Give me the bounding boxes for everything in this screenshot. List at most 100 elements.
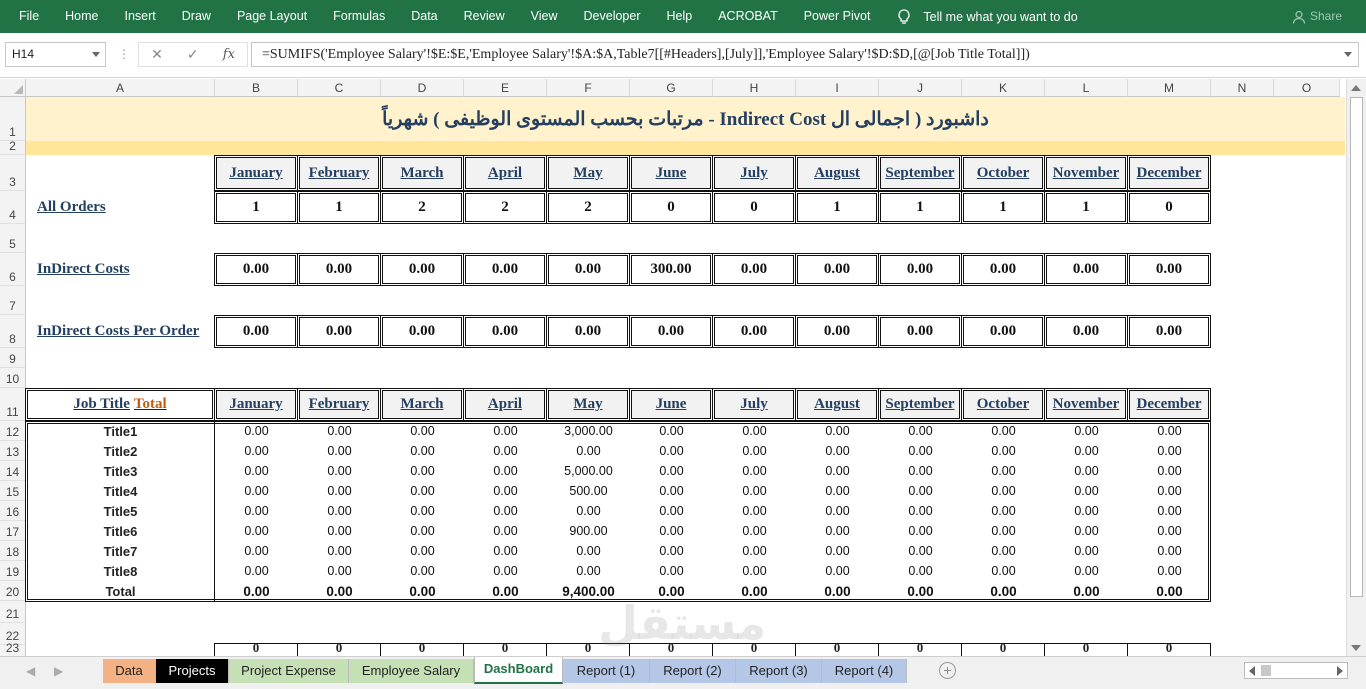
row23-value[interactable]: 0 bbox=[795, 643, 879, 656]
month-header-january[interactable]: January bbox=[214, 155, 298, 191]
ribbon-tab-help[interactable]: Help bbox=[654, 0, 706, 33]
indirect-cost-value[interactable]: 0.00 bbox=[1044, 253, 1128, 286]
job-value-cell[interactable]: 0.00 bbox=[215, 541, 298, 561]
job-value-cell[interactable]: 0.00 bbox=[215, 441, 298, 461]
ribbon-tab-power-pivot[interactable]: Power Pivot bbox=[791, 0, 884, 33]
job-value-cell[interactable]: 0.00 bbox=[962, 521, 1045, 541]
column-header-J[interactable]: J bbox=[879, 79, 962, 97]
job-value-cell[interactable]: 0.00 bbox=[1045, 481, 1128, 501]
row-header-15[interactable]: 15 bbox=[0, 481, 26, 501]
month-header-february[interactable]: February bbox=[297, 155, 381, 191]
job-value-cell[interactable]: 0.00 bbox=[879, 501, 962, 521]
job-value-cell[interactable]: 0.00 bbox=[630, 521, 713, 541]
column-header-H[interactable]: H bbox=[713, 79, 796, 97]
per-order-value[interactable]: 0.00 bbox=[961, 315, 1045, 348]
column-header-A[interactable]: A bbox=[26, 79, 215, 97]
orders-value[interactable]: 2 bbox=[546, 191, 630, 224]
indirect-cost-value[interactable]: 0.00 bbox=[380, 253, 464, 286]
job-value-cell[interactable]: 0.00 bbox=[879, 421, 962, 441]
row-header-9[interactable]: 9 bbox=[0, 348, 26, 368]
job-total-value[interactable]: 0.00 bbox=[796, 581, 879, 601]
banner-row-2[interactable] bbox=[26, 141, 1345, 155]
column-header-M[interactable]: M bbox=[1128, 79, 1211, 97]
indirect-cost-value[interactable]: 300.00 bbox=[629, 253, 713, 286]
column-header-C[interactable]: C bbox=[298, 79, 381, 97]
job-value-cell[interactable]: 0.00 bbox=[298, 521, 381, 541]
sheet-tab-report-1-[interactable]: Report (1) bbox=[563, 659, 650, 683]
job-title-label[interactable]: Title5 bbox=[26, 501, 215, 521]
month-header-december[interactable]: December bbox=[1127, 155, 1211, 191]
job-value-cell[interactable]: 0.00 bbox=[1045, 441, 1128, 461]
job-value-cell[interactable]: 0.00 bbox=[547, 561, 630, 581]
column-header-I[interactable]: I bbox=[796, 79, 879, 97]
job-title-label[interactable]: Title2 bbox=[26, 441, 215, 461]
ribbon-tab-insert[interactable]: Insert bbox=[112, 0, 169, 33]
job-value-cell[interactable]: 0.00 bbox=[547, 541, 630, 561]
indirect-cost-value[interactable]: 0.00 bbox=[546, 253, 630, 286]
horizontal-scrollbar[interactable] bbox=[1244, 662, 1348, 679]
sheet-tab-dashboard[interactable]: DashBoard bbox=[474, 657, 563, 684]
ribbon-tab-file[interactable]: File bbox=[0, 0, 52, 33]
job-value-cell[interactable]: 0.00 bbox=[962, 461, 1045, 481]
sheet-tab-report-2-[interactable]: Report (2) bbox=[650, 659, 736, 683]
job-value-cell[interactable]: 0.00 bbox=[464, 521, 547, 541]
dashboard-title-banner[interactable]: داشبورد ( اجمالى ال Indirect Cost - مرتب… bbox=[26, 97, 1345, 141]
per-order-value[interactable]: 0.00 bbox=[380, 315, 464, 348]
job-value-cell[interactable]: 0.00 bbox=[464, 541, 547, 561]
job-month-header-september[interactable]: September bbox=[878, 388, 962, 421]
row23-value[interactable]: 0 bbox=[297, 643, 381, 656]
per-order-value[interactable]: 0.00 bbox=[1127, 315, 1211, 348]
job-title-label[interactable]: Title6 bbox=[26, 521, 215, 541]
job-value-cell[interactable]: 0.00 bbox=[879, 481, 962, 501]
job-value-cell[interactable]: 0.00 bbox=[713, 461, 796, 481]
job-value-cell[interactable]: 0.00 bbox=[1128, 561, 1211, 581]
orders-value[interactable]: 2 bbox=[380, 191, 464, 224]
job-value-cell[interactable]: 0.00 bbox=[1045, 461, 1128, 481]
indirect-cost-value[interactable]: 0.00 bbox=[1127, 253, 1211, 286]
chevron-down-icon[interactable] bbox=[92, 52, 100, 57]
row-header-1[interactable]: 1 bbox=[0, 97, 26, 141]
job-value-cell[interactable]: 0.00 bbox=[215, 421, 298, 441]
row23-value[interactable]: 0 bbox=[1044, 643, 1128, 656]
job-value-cell[interactable]: 0.00 bbox=[630, 421, 713, 441]
column-header-D[interactable]: D bbox=[381, 79, 464, 97]
job-total-label[interactable]: Total bbox=[26, 581, 215, 601]
row23-value[interactable]: 0 bbox=[629, 643, 713, 656]
column-header-F[interactable]: F bbox=[547, 79, 630, 97]
ribbon-tab-home[interactable]: Home bbox=[52, 0, 111, 33]
per-order-value[interactable]: 0.00 bbox=[878, 315, 962, 348]
indirect-cost-value[interactable]: 0.00 bbox=[878, 253, 962, 286]
job-value-cell[interactable]: 0.00 bbox=[1045, 521, 1128, 541]
job-value-cell[interactable]: 0.00 bbox=[381, 461, 464, 481]
row23-value[interactable]: 0 bbox=[380, 643, 464, 656]
job-month-header-april[interactable]: April bbox=[463, 388, 547, 421]
indirect-per-order-label[interactable]: InDirect Costs Per Order bbox=[26, 315, 215, 348]
job-value-cell[interactable]: 0.00 bbox=[1045, 421, 1128, 441]
job-value-cell[interactable]: 0.00 bbox=[298, 561, 381, 581]
job-total-value[interactable]: 0.00 bbox=[962, 581, 1045, 601]
indirect-cost-value[interactable]: 0.00 bbox=[297, 253, 381, 286]
job-title-label[interactable]: Title3 bbox=[26, 461, 215, 481]
job-value-cell[interactable]: 0.00 bbox=[796, 421, 879, 441]
scroll-up-icon[interactable] bbox=[1351, 85, 1361, 91]
per-order-value[interactable]: 0.00 bbox=[712, 315, 796, 348]
job-value-cell[interactable]: 0.00 bbox=[630, 501, 713, 521]
job-title-label[interactable]: Title7 bbox=[26, 541, 215, 561]
per-order-value[interactable]: 0.00 bbox=[546, 315, 630, 348]
job-total-value[interactable]: 0.00 bbox=[298, 581, 381, 601]
row-header-5[interactable]: 5 bbox=[0, 224, 26, 253]
job-month-header-july[interactable]: July bbox=[712, 388, 796, 421]
next-sheet-icon[interactable]: ▶ bbox=[54, 664, 63, 678]
ribbon-tab-developer[interactable]: Developer bbox=[571, 0, 654, 33]
job-value-cell[interactable]: 5,000.00 bbox=[547, 461, 630, 481]
job-value-cell[interactable]: 0.00 bbox=[215, 521, 298, 541]
job-value-cell[interactable]: 0.00 bbox=[796, 521, 879, 541]
job-value-cell[interactable]: 0.00 bbox=[1128, 541, 1211, 561]
column-header-K[interactable]: K bbox=[962, 79, 1045, 97]
row-header-2[interactable]: 2 bbox=[0, 141, 26, 155]
row-header-3[interactable]: 3 bbox=[0, 155, 26, 191]
job-month-header-march[interactable]: March bbox=[380, 388, 464, 421]
job-value-cell[interactable]: 0.00 bbox=[381, 441, 464, 461]
indirect-cost-value[interactable]: 0.00 bbox=[214, 253, 298, 286]
job-value-cell[interactable]: 0.00 bbox=[879, 461, 962, 481]
